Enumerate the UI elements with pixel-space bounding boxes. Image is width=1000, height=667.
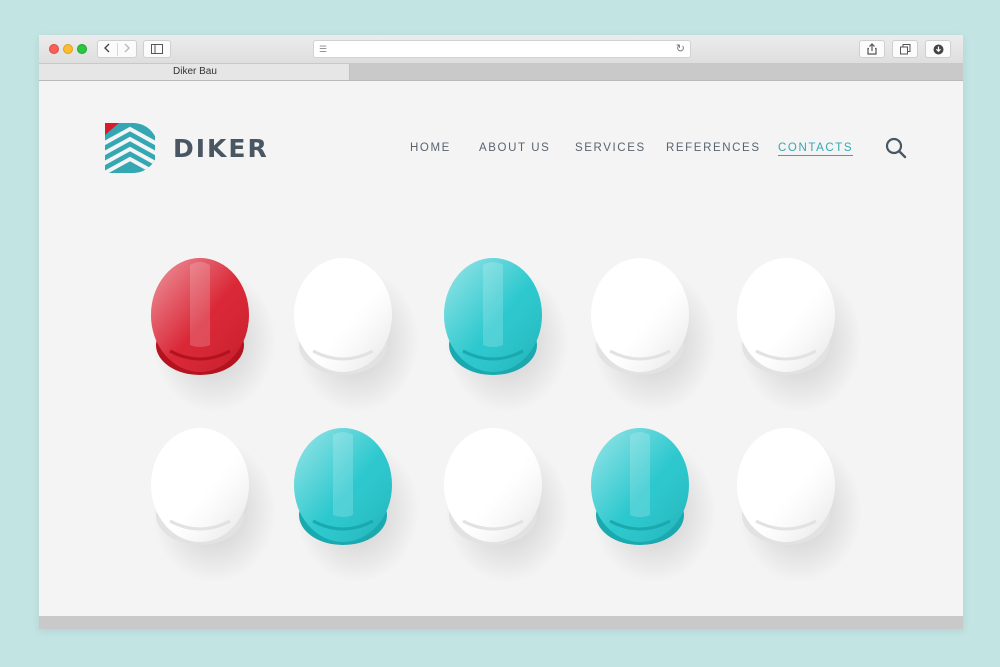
forward-button[interactable] [116, 42, 137, 56]
download-icon [933, 44, 943, 54]
helmet [444, 258, 569, 413]
tab-title: Diker Bau [173, 66, 217, 77]
sidebar-icon [151, 44, 163, 54]
address-bar[interactable]: ☰ ↻ [313, 40, 691, 58]
tabs-button[interactable] [892, 40, 918, 58]
helmet [294, 258, 419, 413]
window-bottom-edge [39, 616, 963, 629]
share-button[interactable] [859, 40, 885, 58]
download-button[interactable] [925, 40, 951, 58]
tab-diker-bau[interactable]: Diker Bau [39, 64, 350, 80]
sidebar-button[interactable] [143, 40, 171, 58]
reader-icon[interactable]: ☰ [319, 44, 327, 55]
nav-contacts[interactable]: CONTACTS [778, 142, 854, 156]
nav-references[interactable]: REFERENCES [666, 142, 761, 154]
browser-window: ☰ ↻ Diker Bau DIKER HOME ABOUT US SERVIC… [39, 35, 963, 629]
nav-home[interactable]: HOME [410, 142, 451, 154]
share-icon [867, 43, 877, 55]
chevron-left-icon [104, 43, 110, 52]
zoom-window-button[interactable] [77, 44, 87, 54]
tab-bar: Diker Bau [39, 64, 963, 81]
reload-icon[interactable]: ↻ [676, 42, 685, 55]
chevron-right-icon [124, 43, 130, 52]
helmet [591, 258, 716, 413]
helmet [294, 428, 419, 583]
tabs-icon [899, 43, 910, 54]
search-icon[interactable] [885, 137, 907, 159]
helmet [591, 428, 716, 583]
web-page: DIKER HOME ABOUT US SERVICES REFERENCES … [39, 81, 963, 616]
diker-logo-icon [105, 123, 155, 173]
nav-about-us[interactable]: ABOUT US [479, 142, 550, 154]
helmet [151, 258, 276, 413]
helmet [151, 428, 276, 583]
nav-services[interactable]: SERVICES [575, 142, 646, 154]
close-window-button[interactable] [49, 44, 59, 54]
helmet [737, 258, 862, 413]
helmet [737, 428, 862, 583]
minimize-window-button[interactable] [63, 44, 73, 54]
history-nav [97, 40, 137, 58]
helmet [444, 428, 569, 583]
back-button[interactable] [98, 43, 117, 56]
brand-name[interactable]: DIKER [173, 134, 269, 163]
browser-toolbar: ☰ ↻ [39, 35, 963, 64]
